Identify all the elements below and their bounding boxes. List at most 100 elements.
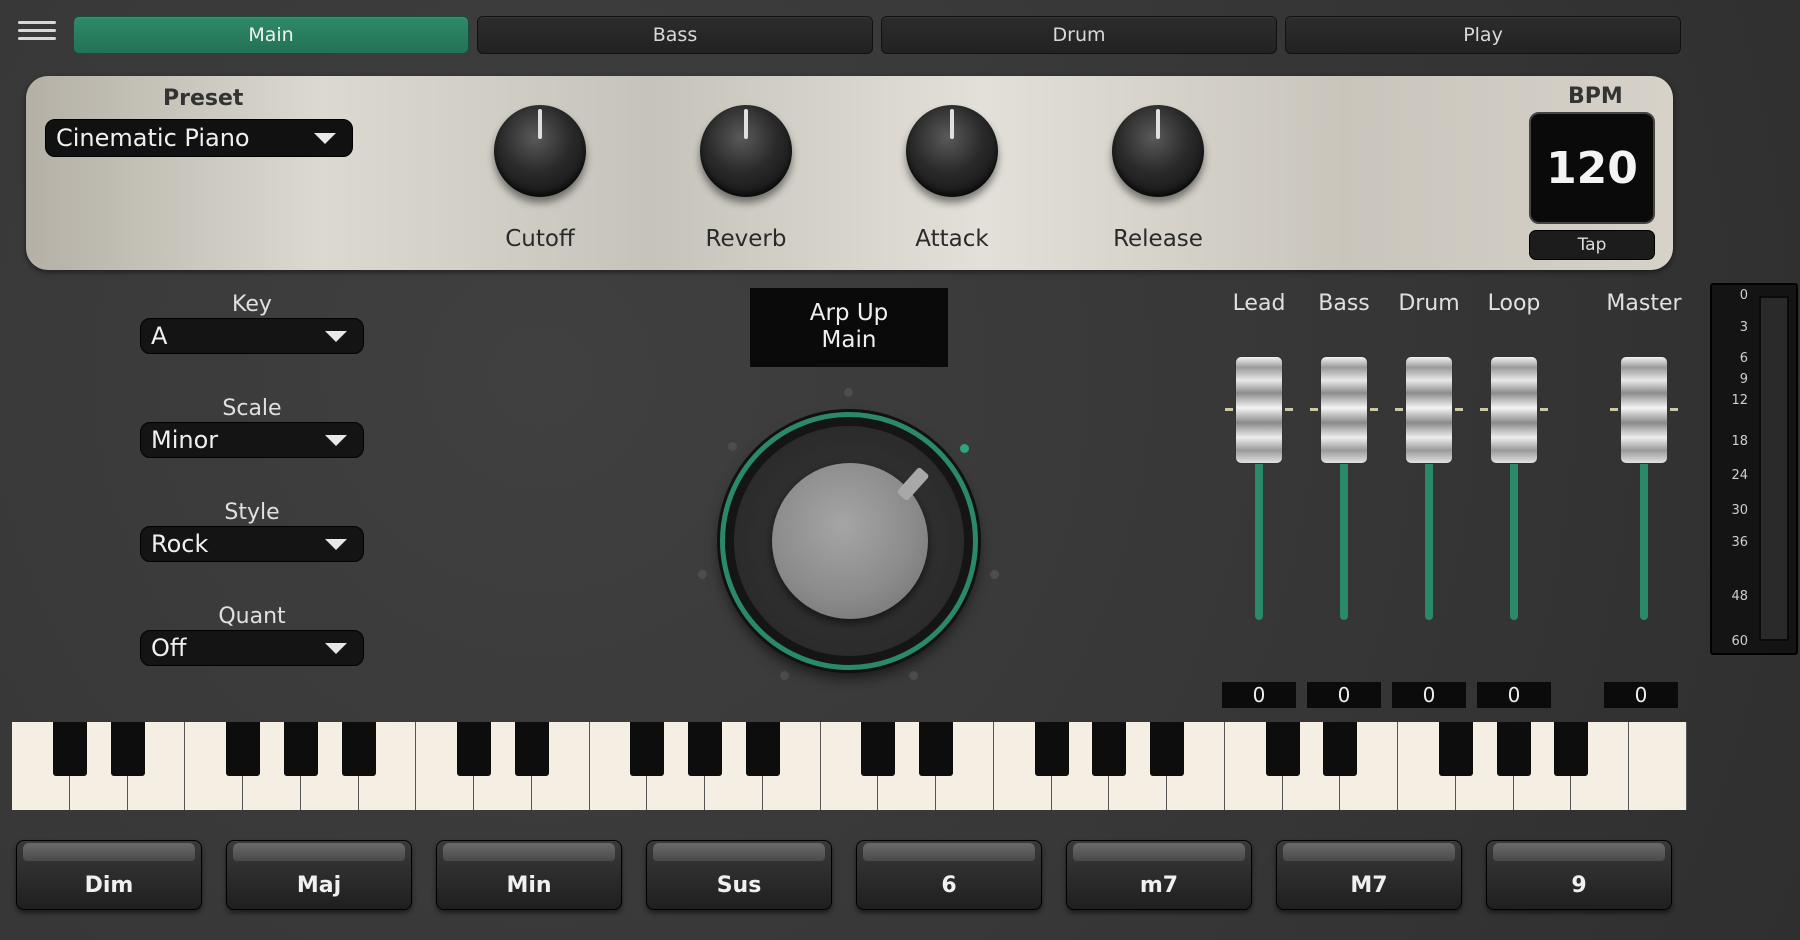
piano-black-key[interactable]: [1150, 722, 1185, 776]
fader-loop[interactable]: [1490, 356, 1538, 464]
fader-master[interactable]: [1620, 356, 1668, 464]
key-dropdown[interactable]: A: [140, 318, 364, 354]
piano-black-key[interactable]: [1034, 722, 1069, 776]
cutoff-knob[interactable]: [494, 105, 586, 197]
fader-track-master: [1640, 450, 1648, 620]
quant-dropdown[interactable]: Off: [140, 630, 364, 666]
tap-button[interactable]: Tap: [1529, 230, 1655, 260]
fader-track-lead: [1255, 450, 1263, 620]
piano-black-key[interactable]: [1323, 722, 1358, 776]
piano-black-key[interactable]: [514, 722, 549, 776]
fader-track-bass: [1340, 450, 1348, 620]
chord-button-maj[interactable]: Maj: [226, 840, 412, 910]
level-value-loop: 0: [1477, 682, 1551, 708]
piano-black-key[interactable]: [1092, 722, 1127, 776]
piano-black-key[interactable]: [52, 722, 87, 776]
chord-button-9[interactable]: 9: [1486, 840, 1672, 910]
knob-position-dot: [909, 671, 918, 680]
piano-black-key[interactable]: [1554, 722, 1589, 776]
chord-button-dim[interactable]: Dim: [16, 840, 202, 910]
preset-dropdown[interactable]: Cinematic Piano: [45, 119, 353, 157]
fader-bass[interactable]: [1320, 356, 1368, 464]
piano-black-key[interactable]: [1496, 722, 1531, 776]
attack-knob[interactable]: [906, 105, 998, 197]
arp-mode: Arp Up: [809, 300, 889, 326]
mixer-label-drum: Drum: [1398, 291, 1460, 316]
fader-lead[interactable]: [1235, 356, 1283, 464]
piano-keyboard[interactable]: [12, 722, 1687, 810]
fader-drum[interactable]: [1405, 356, 1453, 464]
meter-tick: 18: [1731, 434, 1748, 449]
chord-button-min[interactable]: Min: [436, 840, 622, 910]
meter-tick: 60: [1731, 634, 1748, 649]
piano-black-key[interactable]: [861, 722, 896, 776]
level-value-master: 0: [1604, 682, 1678, 708]
piano-black-key[interactable]: [457, 722, 492, 776]
key-label: Key: [232, 292, 272, 317]
chord-label: m7: [1139, 872, 1179, 898]
tab-play[interactable]: Play: [1285, 16, 1681, 54]
mixer-label-bass: Bass: [1318, 291, 1370, 316]
cutoff-label: Cutoff: [505, 226, 575, 252]
meter-tick: 24: [1731, 468, 1748, 483]
arp-target: Main: [821, 327, 877, 353]
hamburger-menu-icon[interactable]: [18, 18, 56, 52]
meter-tick: 9: [1739, 372, 1748, 387]
knob-position-dot-active: [960, 444, 969, 453]
level-value-lead: 0: [1222, 682, 1296, 708]
tab-main[interactable]: Main: [73, 16, 469, 54]
chord-button-maj7[interactable]: M7: [1276, 840, 1462, 910]
chord-label: Min: [506, 872, 552, 898]
piano-black-key[interactable]: [688, 722, 723, 776]
chord-button-6[interactable]: 6: [856, 840, 1042, 910]
style-dropdown[interactable]: Rock: [140, 526, 364, 562]
piano-black-key[interactable]: [1438, 722, 1473, 776]
style-value: Rock: [151, 530, 209, 558]
tab-drum[interactable]: Drum: [881, 16, 1277, 54]
piano-black-key[interactable]: [283, 722, 318, 776]
knob-position-dot: [780, 671, 789, 680]
chord-label: Sus: [716, 872, 762, 898]
chord-label: Maj: [296, 872, 342, 898]
fader-track-loop: [1510, 450, 1518, 620]
release-knob[interactable]: [1112, 105, 1204, 197]
meter-tick: 3: [1739, 320, 1748, 335]
chevron-down-icon: [325, 331, 347, 342]
meter-tick: 6: [1739, 351, 1748, 366]
piano-black-key[interactable]: [226, 722, 261, 776]
piano-black-key[interactable]: [341, 722, 376, 776]
chord-button-sus[interactable]: Sus: [646, 840, 832, 910]
level-meter-bar: [1759, 296, 1789, 641]
scale-value: Minor: [151, 426, 219, 454]
quant-label: Quant: [218, 604, 286, 629]
chevron-down-icon: [325, 643, 347, 654]
release-label: Release: [1113, 226, 1203, 252]
piano-white-key[interactable]: [1629, 722, 1687, 810]
reverb-knob[interactable]: [700, 105, 792, 197]
meter-tick: 48: [1731, 589, 1748, 604]
piano-black-key[interactable]: [110, 722, 145, 776]
chord-label: Dim: [84, 872, 134, 898]
piano-black-key[interactable]: [630, 722, 665, 776]
meter-tick: 30: [1731, 503, 1748, 518]
fader-track-drum: [1425, 450, 1433, 620]
bpm-display[interactable]: 120: [1529, 112, 1655, 224]
mixer-label-lead: Lead: [1232, 291, 1286, 316]
reverb-label: Reverb: [705, 226, 787, 252]
level-value-bass: 0: [1307, 682, 1381, 708]
chevron-down-icon: [325, 435, 347, 446]
scale-dropdown[interactable]: Minor: [140, 422, 364, 458]
style-label: Style: [224, 500, 280, 525]
chevron-down-icon: [325, 539, 347, 550]
chord-label: M7: [1350, 872, 1388, 898]
piano-black-key[interactable]: [745, 722, 780, 776]
mixer-label-loop: Loop: [1487, 291, 1541, 316]
piano-black-key[interactable]: [1265, 722, 1300, 776]
mixer-label-master: Master: [1606, 291, 1682, 316]
piano-black-key[interactable]: [919, 722, 954, 776]
arp-display: Arp Up Main: [750, 288, 948, 367]
tab-bass[interactable]: Bass: [477, 16, 873, 54]
scale-label: Scale: [222, 396, 282, 421]
chord-button-m7[interactable]: m7: [1066, 840, 1252, 910]
knob-position-dot: [990, 570, 999, 579]
